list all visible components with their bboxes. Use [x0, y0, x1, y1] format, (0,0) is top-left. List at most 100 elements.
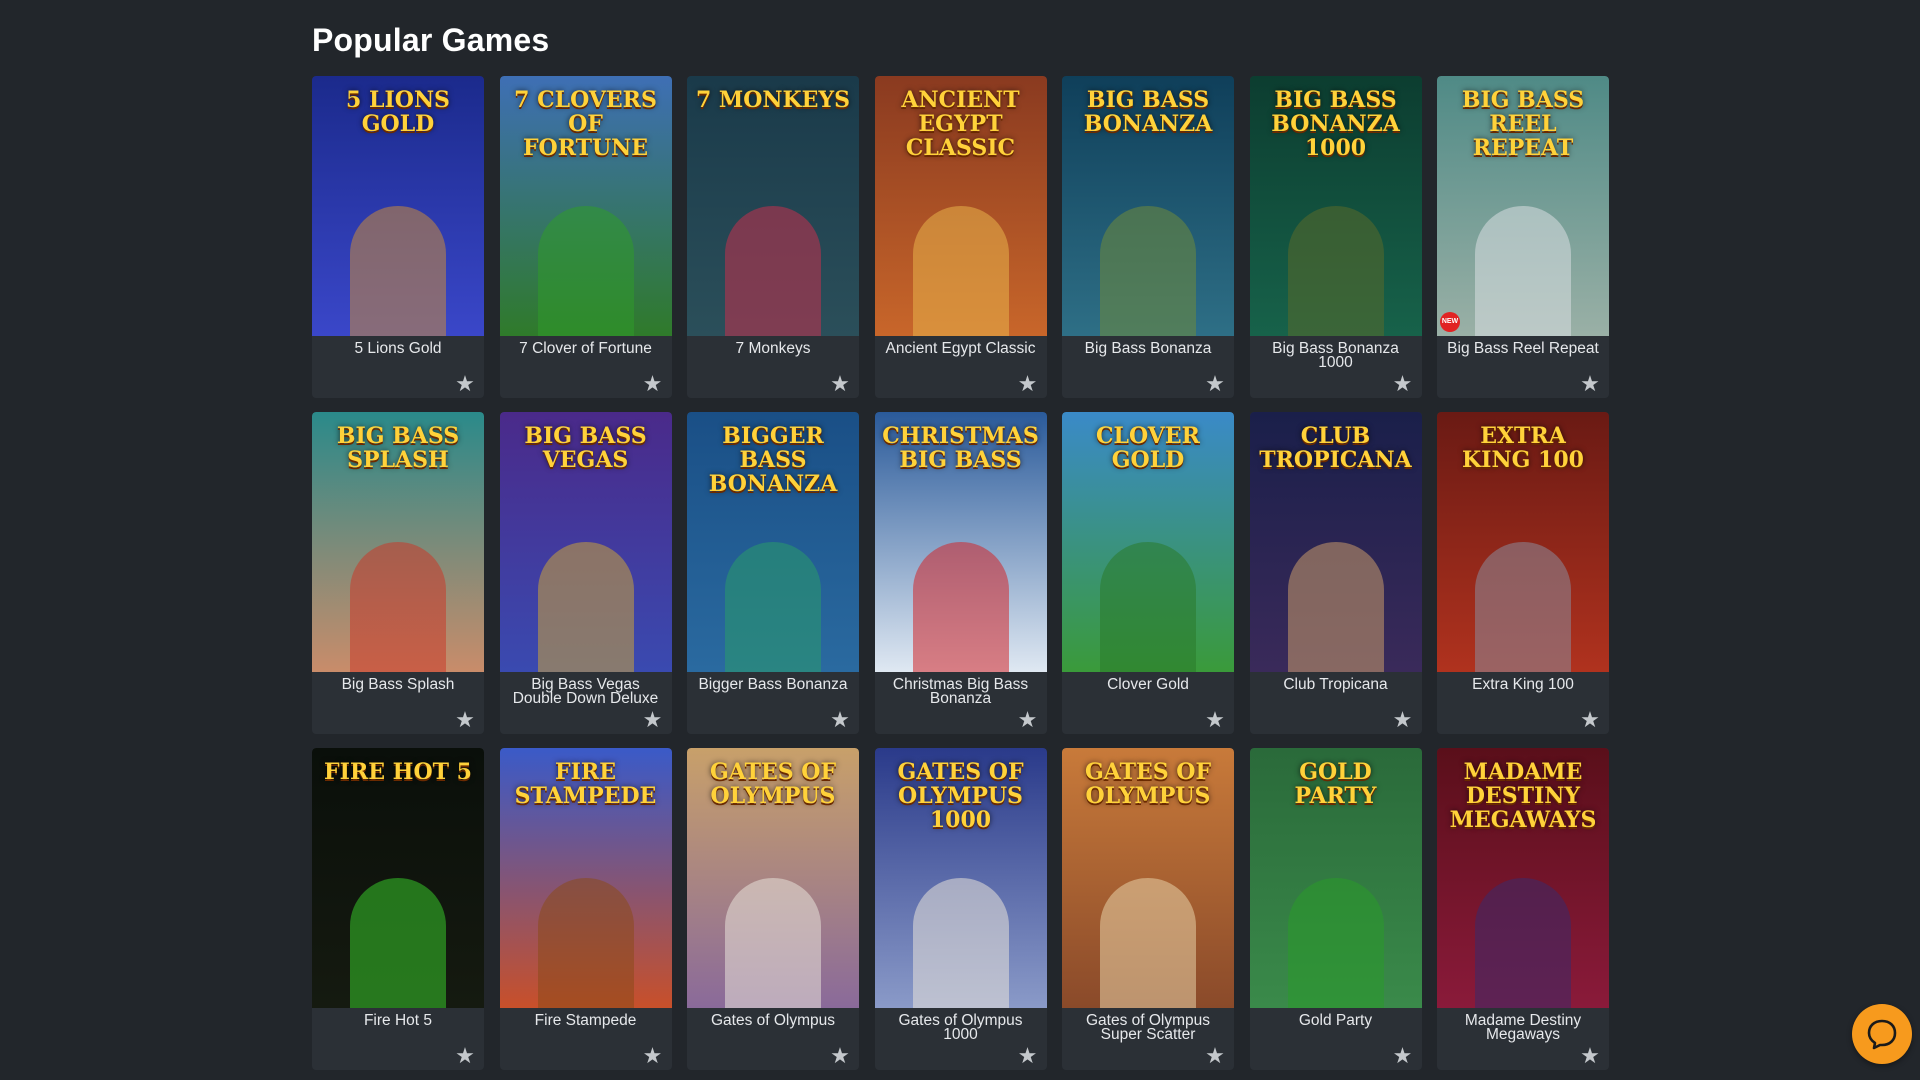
- game-logo: Big Bass Bonanza: [1083, 87, 1213, 137]
- game-card[interactable]: Ancient Egypt Classic Ancient Egypt Class…: [874, 76, 1047, 398]
- game-thumbnail[interactable]: Clover Gold: [1062, 412, 1234, 672]
- game-thumbnail[interactable]: Gold Party: [1249, 748, 1422, 1008]
- star-icon[interactable]: ★: [829, 1046, 851, 1068]
- game-character: [350, 206, 446, 336]
- star-icon[interactable]: ★: [1017, 374, 1039, 396]
- game-logo: Fire Stampede: [514, 759, 657, 809]
- game-name: Fire Hot 5: [363, 1012, 433, 1029]
- star-icon[interactable]: ★: [1392, 374, 1414, 396]
- game-card[interactable]: Bigger Bass Bonanza Bigger Bass Bonanza ★: [687, 412, 859, 734]
- game-logo: Extra King 100: [1462, 423, 1584, 473]
- game-name: 5 Lions Gold: [354, 340, 442, 357]
- game-logo: Gold Party: [1294, 759, 1377, 809]
- chat-bubble-icon: [1867, 1019, 1897, 1050]
- game-card[interactable]: 5 Lions Gold 5 Lions Gold ★: [312, 76, 484, 398]
- game-character: [1287, 206, 1384, 336]
- star-icon[interactable]: ★: [829, 374, 851, 396]
- game-thumbnail[interactable]: Big Bass Bonanza 1000: [1249, 76, 1422, 336]
- game-logo: 7 Clovers of Fortune: [514, 87, 657, 161]
- game-card[interactable]: Big Bass Vegas Big Bass Vegas Double Down…: [499, 412, 672, 734]
- chat-button[interactable]: [1852, 1004, 1912, 1064]
- game-logo: Gates of Olympus: [1084, 759, 1212, 809]
- game-card[interactable]: 7 Clovers of Fortune 7 Clover of Fortune ★: [499, 76, 672, 398]
- star-icon[interactable]: ★: [454, 1046, 476, 1068]
- star-icon[interactable]: ★: [1392, 1046, 1414, 1068]
- game-card[interactable]: Clover Gold Clover Gold ★: [1062, 412, 1234, 734]
- game-card[interactable]: Big Bass Splash Big Bass Splash ★: [312, 412, 484, 734]
- game-name: 7 Clover of Fortune: [519, 340, 652, 357]
- game-thumbnail[interactable]: Gates of Olympus: [1062, 748, 1234, 1008]
- star-icon[interactable]: ★: [829, 710, 851, 732]
- game-card[interactable]: 7 Monkeys 7 Monkeys ★: [687, 76, 859, 398]
- game-character: [1475, 542, 1571, 672]
- game-card[interactable]: Big Bass Reel Repeat NEW Big Bass Reel Rep…: [1437, 76, 1609, 398]
- game-thumbnail[interactable]: 5 Lions Gold: [312, 76, 484, 336]
- star-icon[interactable]: ★: [642, 1046, 664, 1068]
- game-thumbnail[interactable]: Fire Hot 5: [312, 748, 484, 1008]
- star-icon[interactable]: ★: [454, 710, 476, 732]
- game-name: Gates of Olympus Super Scatter: [1085, 1012, 1211, 1043]
- game-thumbnail[interactable]: Club Tropicana: [1249, 412, 1422, 672]
- game-name: Big Bass Bonanza 1000: [1272, 340, 1399, 371]
- star-icon[interactable]: ★: [1392, 710, 1414, 732]
- game-character: [1287, 542, 1384, 672]
- game-thumbnail[interactable]: Gates of Olympus: [687, 748, 859, 1008]
- game-thumbnail[interactable]: Big Bass Bonanza: [1062, 76, 1234, 336]
- star-icon[interactable]: ★: [1204, 374, 1226, 396]
- game-logo: Big Bass Vegas: [524, 423, 647, 473]
- star-icon[interactable]: ★: [1579, 1046, 1601, 1068]
- game-card[interactable]: Big Bass Bonanza 1000 Big Bass Bonanza 10…: [1249, 76, 1422, 398]
- game-name: Gates of Olympus 1000: [898, 1012, 1023, 1043]
- game-logo: Fire Hot 5: [324, 759, 472, 785]
- game-thumbnail[interactable]: Big Bass Splash: [312, 412, 484, 672]
- star-icon[interactable]: ★: [1204, 710, 1226, 732]
- game-card[interactable]: Club Tropicana Club Tropicana ★: [1249, 412, 1422, 734]
- game-character: [912, 878, 1009, 1008]
- game-thumbnail[interactable]: Madame Destiny Megaways: [1437, 748, 1609, 1008]
- game-thumbnail[interactable]: Big Bass Reel Repeat NEW: [1437, 76, 1609, 336]
- game-card[interactable]: Gates of Olympus Gates of Olympus ★: [687, 748, 859, 1070]
- game-card[interactable]: Big Bass Bonanza Big Bass Bonanza ★: [1062, 76, 1234, 398]
- star-icon[interactable]: ★: [642, 710, 664, 732]
- game-thumbnail[interactable]: Extra King 100: [1437, 412, 1609, 672]
- games-grid: 5 Lions Gold 5 Lions Gold ★ 7 Clovers of Fo…: [312, 76, 1610, 1070]
- game-character: [725, 206, 821, 336]
- game-thumbnail[interactable]: 7 Clovers of Fortune: [499, 76, 672, 336]
- game-thumbnail[interactable]: Christmas Big Bass: [874, 412, 1047, 672]
- game-name: Clover Gold: [1107, 676, 1189, 693]
- game-character: [537, 206, 634, 336]
- game-card[interactable]: Christmas Big Bass Christmas Big Bass Bon…: [874, 412, 1047, 734]
- game-thumbnail[interactable]: Big Bass Vegas: [499, 412, 672, 672]
- game-card[interactable]: Gates of Olympus Gates of Olympus Super S…: [1062, 748, 1234, 1070]
- star-icon[interactable]: ★: [642, 374, 664, 396]
- game-character: [1475, 206, 1571, 336]
- game-card[interactable]: Extra King 100 Extra King 100 ★: [1437, 412, 1609, 734]
- game-character: [1100, 878, 1196, 1008]
- game-logo: Club Tropicana: [1259, 423, 1412, 473]
- game-character: [1287, 878, 1384, 1008]
- game-thumbnail[interactable]: Ancient Egypt Classic: [874, 76, 1047, 336]
- game-card[interactable]: Madame Destiny Megaways Madame Destiny Me…: [1437, 748, 1609, 1070]
- game-logo: Big Bass Bonanza 1000: [1271, 87, 1400, 161]
- game-card[interactable]: Gold Party Gold Party ★: [1249, 748, 1422, 1070]
- star-icon[interactable]: ★: [1017, 710, 1039, 732]
- game-thumbnail[interactable]: 7 Monkeys: [687, 76, 859, 336]
- game-logo: 5 Lions Gold: [346, 87, 450, 137]
- star-icon[interactable]: ★: [454, 374, 476, 396]
- star-icon[interactable]: ★: [1017, 1046, 1039, 1068]
- game-character: [350, 542, 446, 672]
- game-logo: Christmas Big Bass: [882, 423, 1039, 473]
- game-card[interactable]: Fire Hot 5 Fire Hot 5 ★: [312, 748, 484, 1070]
- game-thumbnail[interactable]: Bigger Bass Bonanza: [687, 412, 859, 672]
- game-thumbnail[interactable]: Fire Stampede: [499, 748, 672, 1008]
- star-icon[interactable]: ★: [1579, 710, 1601, 732]
- star-icon[interactable]: ★: [1204, 1046, 1226, 1068]
- game-logo: Clover Gold: [1096, 423, 1200, 473]
- game-name: Christmas Big Bass Bonanza: [892, 676, 1029, 707]
- game-card[interactable]: Fire Stampede Fire Stampede ★: [499, 748, 672, 1070]
- game-card[interactable]: Gates of Olympus 1000 Gates of Olympus 10…: [874, 748, 1047, 1070]
- game-thumbnail[interactable]: Gates of Olympus 1000: [874, 748, 1047, 1008]
- game-name: Big Bass Reel Repeat: [1447, 340, 1599, 357]
- game-logo: Big Bass Reel Repeat: [1461, 87, 1585, 161]
- star-icon[interactable]: ★: [1579, 374, 1601, 396]
